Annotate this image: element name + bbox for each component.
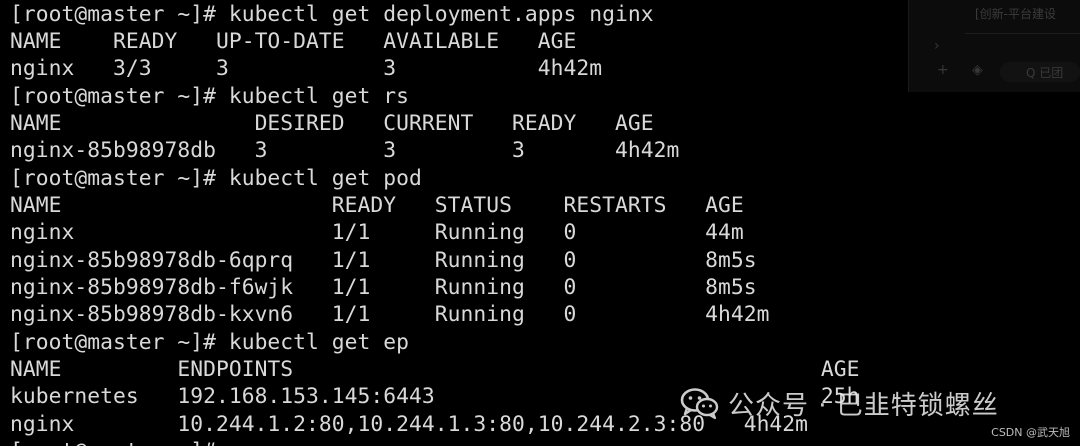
terminal-line: nginx-85b98978db-6qprq 1/1 Running 0 8m5… [10, 248, 757, 273]
terminal-line: NAME ENDPOINTS AGE [10, 357, 860, 382]
watermark: 公众号 · 巴韭特锁螺丝 [680, 386, 999, 421]
terminal-line: nginx-85b98978db 3 3 3 4h42m [10, 138, 680, 163]
watermark-text: 公众号 · 巴韭特锁螺丝 [728, 390, 999, 421]
overlay-search-text: Q 已团 [1026, 66, 1064, 80]
terminal-line: [root@master ~]# kubectl get ep [10, 330, 410, 355]
terminal-line: [root@master ~]# kubectl get pod [10, 166, 422, 191]
terminal-line: NAME READY UP-TO-DATE AVAILABLE AGE [10, 29, 577, 54]
overlay-divider [965, 33, 1080, 34]
terminal-line: nginx-85b98978db-f6wjk 1/1 Running 0 8m5… [10, 275, 757, 300]
chevron-icon: › [934, 38, 940, 54]
terminal-line: [root@master ~]# kubectl get rs [10, 84, 410, 109]
overlay-panel-title: [创新-平台建设 [975, 7, 1057, 21]
terminal-line: nginx 3/3 3 3 4h42m [10, 56, 603, 81]
terminal-line: [root@master ~]# [10, 438, 229, 446]
plus-icon: + [937, 62, 949, 78]
wechat-icon [680, 388, 719, 420]
credit-label: CSDN @武天旭 [991, 426, 1070, 439]
terminal-line: NAME READY STATUS RESTARTS AGE [10, 193, 744, 218]
terminal-line: NAME DESIRED CURRENT READY AGE [10, 111, 654, 136]
terminal-line: [root@master ~]# kubectl get deployment.… [10, 2, 654, 27]
terminal-line: nginx 1/1 Running 0 44m [10, 220, 744, 245]
layers-icon: ◈ [972, 62, 983, 78]
terminal-line: nginx-85b98978db-kxvn6 1/1 Running 0 4h4… [10, 302, 770, 327]
